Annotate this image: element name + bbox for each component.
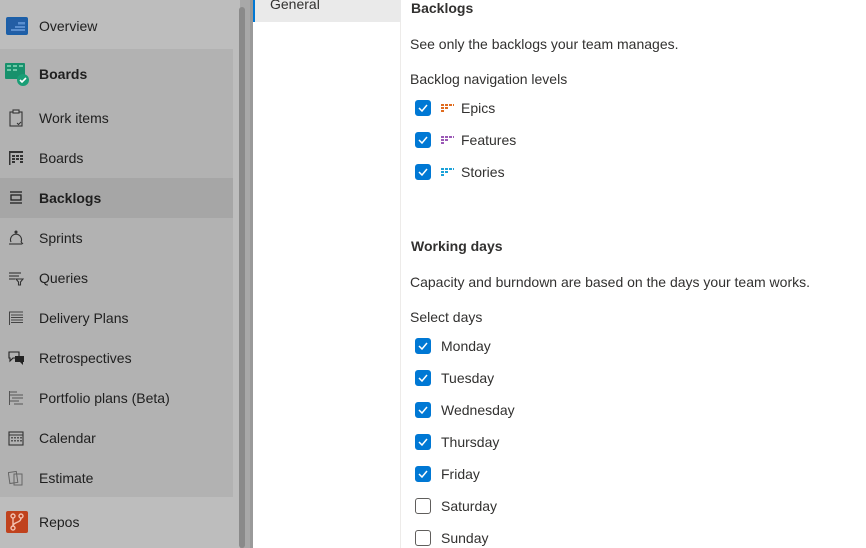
overview-icon	[4, 13, 30, 39]
nav-repos[interactable]: Repos	[0, 502, 233, 542]
feature-icon	[441, 136, 454, 144]
checkbox-sunday-label: Sunday	[441, 530, 489, 546]
retrospectives-icon	[7, 349, 25, 367]
calendar-icon	[7, 429, 25, 447]
checkbox-saturday-label: Saturday	[441, 498, 498, 514]
checkbox-wednesday-box[interactable]	[415, 402, 431, 418]
working-days-heading: Working days	[411, 238, 503, 254]
checkbox-thursday[interactable]: Thursday	[415, 431, 499, 453]
nav-sprints[interactable]: Sprints	[0, 218, 233, 258]
nav-estimate[interactable]: Estimate	[0, 458, 233, 498]
checkbox-epics-box[interactable]	[415, 100, 431, 116]
nav-boards-hub-label: Boards	[39, 66, 88, 82]
checkbox-stories-label: Stories	[461, 164, 505, 180]
backlogs-heading: Backlogs	[411, 0, 474, 16]
nav-overview-label: Overview	[39, 18, 98, 34]
checkbox-wednesday[interactable]: Wednesday	[415, 399, 515, 421]
checkbox-monday-box[interactable]	[415, 338, 431, 354]
checkbox-sunday[interactable]: Sunday	[415, 527, 488, 548]
nav-repos-label: Repos	[39, 514, 80, 530]
nav-portfolio-plans-label: Portfolio plans (Beta)	[39, 390, 170, 406]
settings-content: Backlogs See only the backlogs your team…	[410, 0, 866, 548]
nav-boards-label: Boards	[39, 150, 84, 166]
nav-calendar-label: Calendar	[39, 430, 96, 446]
checkbox-epics[interactable]: Epics	[415, 97, 495, 119]
nav-delivery-plans[interactable]: Delivery Plans	[0, 298, 233, 338]
checkbox-stories[interactable]: Stories	[415, 161, 505, 183]
checkbox-saturday-box[interactable]	[415, 498, 431, 514]
checkbox-friday-box[interactable]	[415, 466, 431, 482]
nav-delivery-plans-label: Delivery Plans	[39, 310, 129, 326]
nav-work-items[interactable]: Work items	[0, 98, 233, 138]
checkbox-epics-label: Epics	[461, 100, 496, 116]
checkbox-features[interactable]: Features	[415, 129, 516, 151]
checkbox-monday-label: Monday	[441, 338, 491, 354]
nav-portfolio-plans[interactable]: Portfolio plans (Beta)	[0, 378, 233, 418]
checkbox-tuesday[interactable]: Tuesday	[415, 367, 494, 389]
backlogs-description: See only the backlogs your team manages.	[410, 36, 679, 52]
checkbox-wednesday-label: Wednesday	[441, 402, 515, 418]
estimate-icon	[7, 469, 25, 487]
checkbox-tuesday-box[interactable]	[415, 370, 431, 386]
nav-backlogs-label: Backlogs	[39, 190, 102, 206]
backlogs-icon	[7, 189, 25, 207]
nav-retrospectives[interactable]: Retrospectives	[0, 338, 233, 378]
tab-general-label: General	[270, 0, 320, 12]
nav-sprints-label: Sprints	[39, 230, 83, 246]
nav-work-items-label: Work items	[39, 110, 109, 126]
checkbox-sunday-box[interactable]	[415, 530, 431, 546]
nav-queries-label: Queries	[39, 270, 89, 286]
checkbox-friday-label: Friday	[441, 466, 480, 482]
working-days-description: Capacity and burndown are based on the d…	[410, 274, 811, 290]
checkbox-tuesday-label: Tuesday	[441, 370, 495, 386]
checkbox-monday[interactable]: Monday	[415, 335, 491, 357]
queries-icon	[7, 269, 25, 287]
boards-icon	[7, 149, 25, 167]
backlog-levels-label: Backlog navigation levels	[410, 71, 568, 87]
story-icon	[441, 168, 454, 176]
nav-queries[interactable]: Queries	[0, 258, 233, 298]
checkbox-features-label: Features	[461, 132, 517, 148]
settings-tabs-column: General	[253, 0, 401, 548]
checkbox-thursday-box[interactable]	[415, 434, 431, 450]
nav-calendar[interactable]: Calendar	[0, 418, 233, 458]
tab-general[interactable]: General	[253, 0, 401, 22]
boards-hub-icon	[4, 61, 30, 87]
left-navigation-sidebar: Overview Boards Work items Boards Backlo…	[0, 0, 253, 548]
nav-boards[interactable]: Boards	[0, 138, 233, 178]
checkbox-stories-box[interactable]	[415, 164, 431, 180]
nav-boards-hub[interactable]: Boards	[0, 54, 233, 94]
repos-icon	[4, 509, 30, 535]
nav-backlogs[interactable]: Backlogs	[0, 178, 233, 218]
checkbox-friday[interactable]: Friday	[415, 463, 480, 485]
work-items-icon	[7, 109, 25, 127]
portfolio-plans-icon	[7, 389, 25, 407]
checkbox-thursday-label: Thursday	[441, 434, 500, 450]
checkbox-saturday[interactable]: Saturday	[415, 495, 497, 517]
delivery-plans-icon	[7, 309, 25, 327]
nav-overview[interactable]: Overview	[0, 6, 233, 46]
sprints-icon	[7, 229, 25, 247]
sidebar-scrollbar-thumb[interactable]	[239, 7, 245, 548]
nav-estimate-label: Estimate	[39, 470, 94, 486]
nav-retrospectives-label: Retrospectives	[39, 350, 132, 366]
epic-icon	[441, 104, 454, 112]
checkbox-features-box[interactable]	[415, 132, 431, 148]
select-days-label: Select days	[410, 309, 483, 325]
